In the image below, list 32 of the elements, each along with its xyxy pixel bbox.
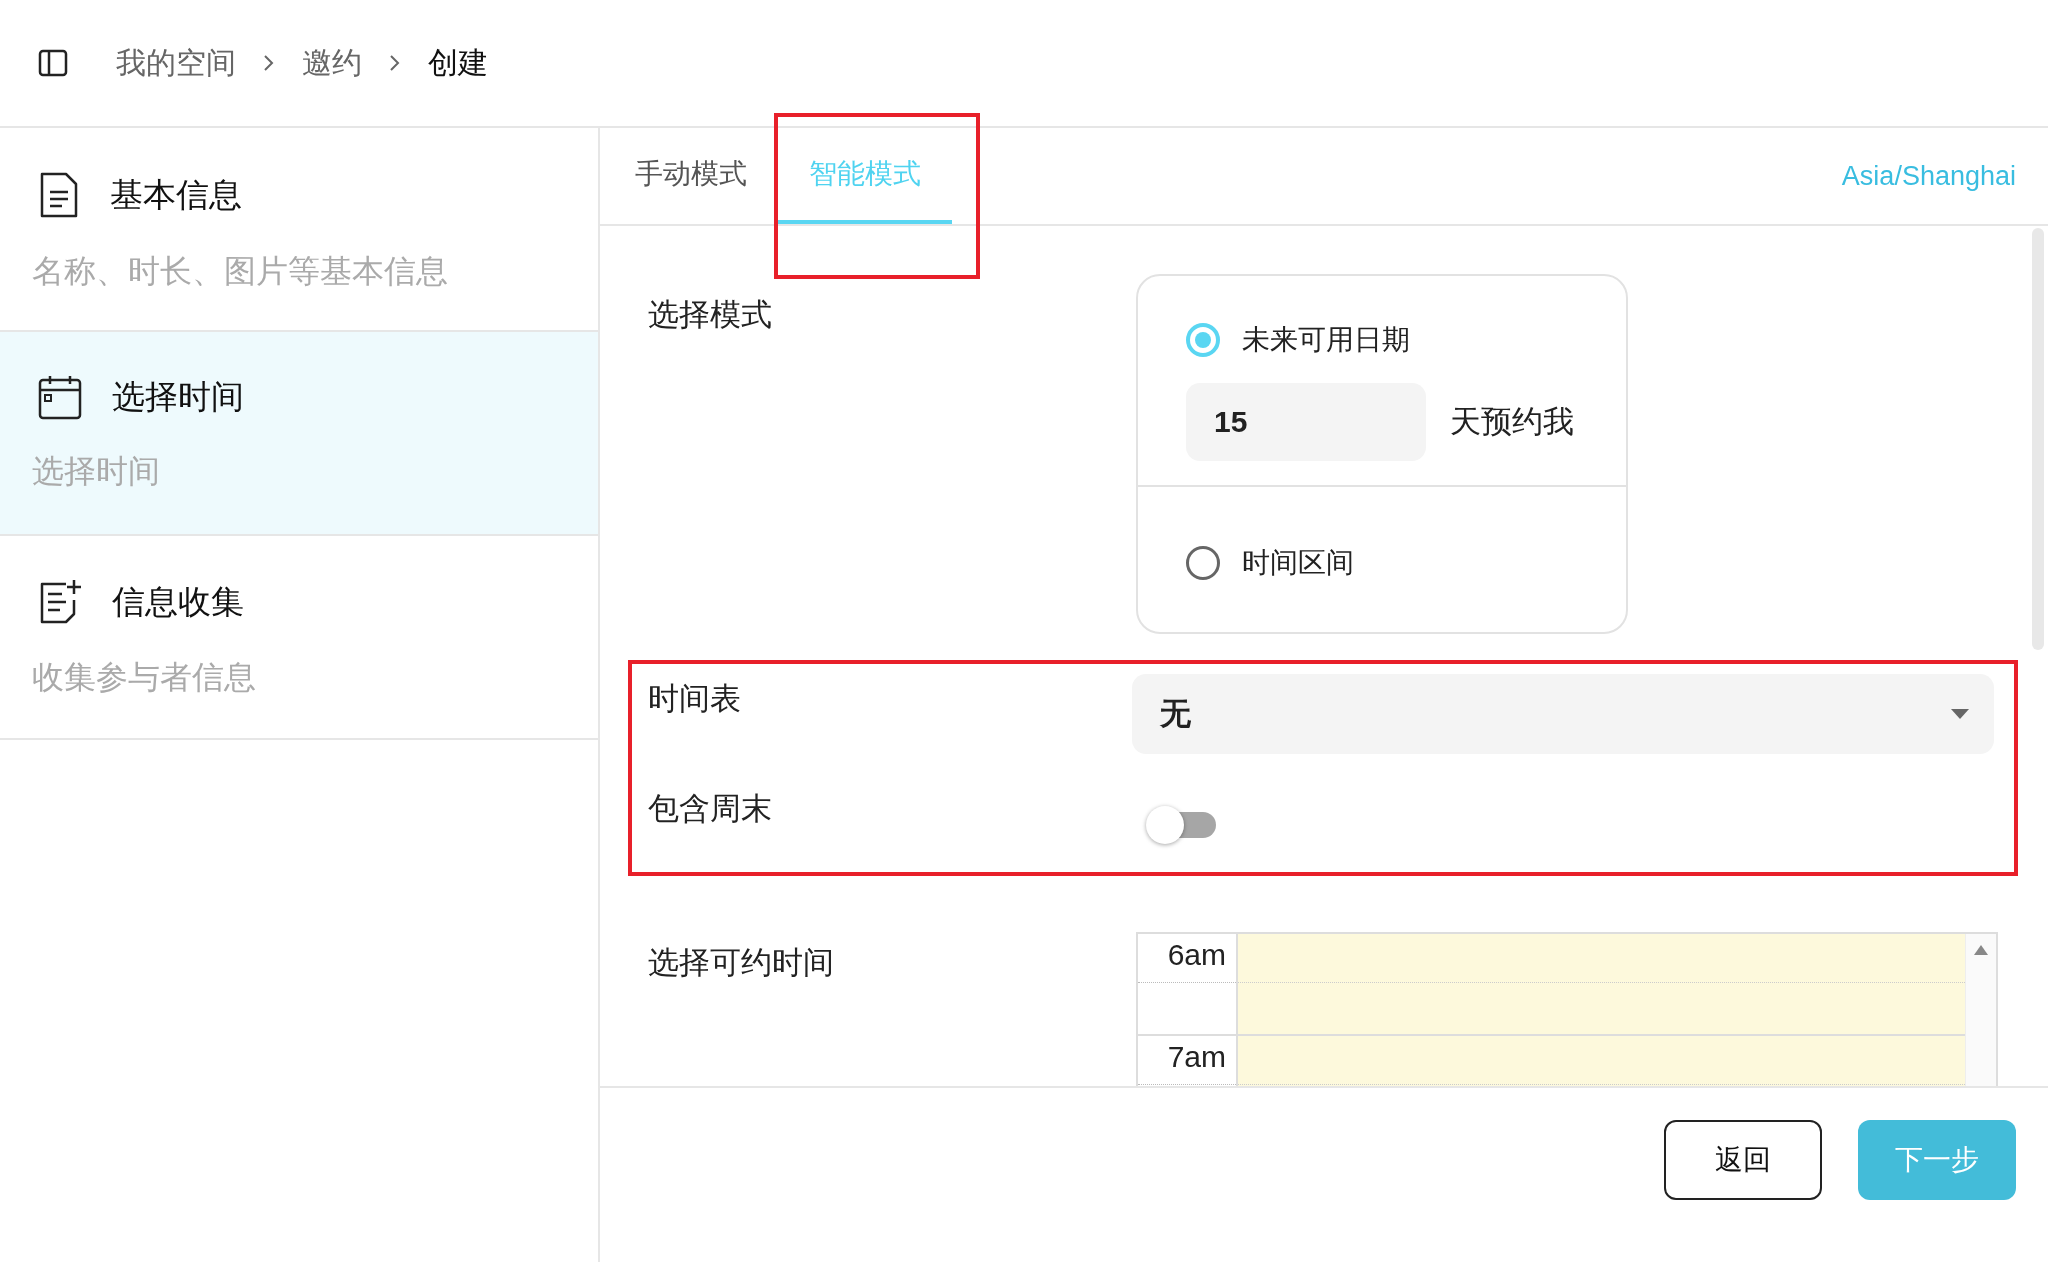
chevron-icon — [388, 53, 402, 73]
sidebar-toggle-icon[interactable] — [38, 49, 68, 77]
dropdown-caret-icon — [1950, 708, 1970, 720]
step-title: 选择时间 — [112, 376, 244, 417]
breadcrumb-link[interactable]: 我的空间 — [116, 42, 236, 84]
field-label: 时间表 — [647, 680, 742, 718]
radio-button[interactable] — [1186, 546, 1220, 580]
chevron-icon — [262, 53, 276, 73]
document-add-icon — [38, 578, 82, 626]
step-item[interactable]: 选择时间 选择时间 — [0, 332, 598, 536]
back-button[interactable]: 返回 — [1664, 1120, 1822, 1200]
field-label: 选择可约时间 — [648, 944, 835, 982]
mode-tab[interactable]: 手动模式 — [604, 128, 778, 224]
breadcrumb-link[interactable]: 邀约 — [302, 42, 362, 84]
breadcrumb-current: 创建 — [428, 44, 488, 81]
step-description: 收集参与者信息 — [32, 658, 257, 697]
schedule-select[interactable]: 无 — [1132, 674, 1994, 754]
step-description: 选择时间 — [32, 452, 161, 491]
days-input-field[interactable]: 15 — [1186, 383, 1426, 461]
calendar-icon — [38, 374, 82, 420]
days-suffix: 天预约我 — [1450, 403, 1574, 441]
step-item[interactable]: 信息收集 收集参与者信息 — [0, 536, 598, 740]
field-label: 选择模式 — [648, 296, 773, 334]
radio-label: 时间区间 — [1242, 546, 1354, 580]
field-label: 包含周末 — [647, 790, 773, 828]
step-title: 基本信息 — [110, 174, 242, 215]
step-description: 名称、时长、图片等基本信息 — [32, 252, 449, 291]
scroll-up-icon[interactable] — [1973, 944, 1989, 956]
step-title: 信息收集 — [112, 581, 244, 622]
radio-label: 未来可用日期 — [1242, 323, 1410, 357]
document-icon — [38, 170, 80, 220]
radio-button[interactable] — [1186, 323, 1220, 357]
